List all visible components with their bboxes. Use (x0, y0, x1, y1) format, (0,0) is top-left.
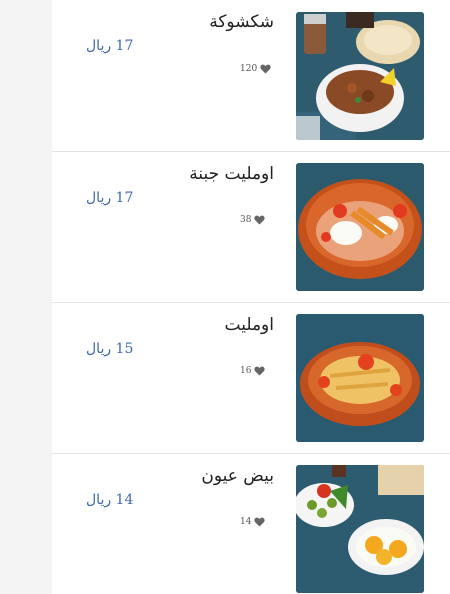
item-name: بيض عيون (201, 466, 274, 486)
menu-list: شكشوكة 17 ريال 120 اومليت جبنة 17 ريال 3… (52, 0, 450, 594)
menu-item-fried-eggs[interactable]: بيض عيون 14 ريال 14 (52, 454, 450, 594)
cheese-omelette-photo[interactable] (296, 163, 424, 291)
fried-eggs-photo[interactable] (296, 465, 424, 593)
heart-icon (254, 366, 266, 376)
item-name: شكشوكة (209, 12, 274, 32)
heart-icon (260, 64, 271, 74)
menu-item-omelette[interactable]: اومليت 15 ريال 16 (52, 303, 450, 454)
likes-count[interactable]: 16 (240, 366, 266, 376)
likes-count[interactable]: 38 (240, 215, 266, 225)
item-name: اومليت جبنة (189, 164, 274, 184)
item-price: 15 ريال (86, 341, 134, 357)
item-price: 17 ريال (86, 38, 134, 54)
likes-number: 38 (240, 215, 252, 225)
likes-number: 14 (240, 517, 252, 527)
item-name: اومليت (224, 315, 275, 335)
menu-item-shakshuka[interactable]: شكشوكة 17 ريال 120 (52, 0, 450, 152)
shakshuka-photo[interactable] (296, 12, 424, 140)
likes-number: 120 (240, 64, 258, 74)
item-price: 17 ريال (86, 190, 134, 206)
heart-icon (254, 215, 266, 225)
likes-number: 16 (240, 366, 252, 376)
heart-icon (254, 517, 266, 527)
omelette-photo[interactable] (296, 314, 424, 442)
item-price: 14 ريال (86, 492, 134, 508)
likes-count[interactable]: 120 (240, 64, 271, 74)
menu-item-cheese-omelette[interactable]: اومليت جبنة 17 ريال 38 (52, 152, 450, 303)
likes-count[interactable]: 14 (240, 517, 266, 527)
